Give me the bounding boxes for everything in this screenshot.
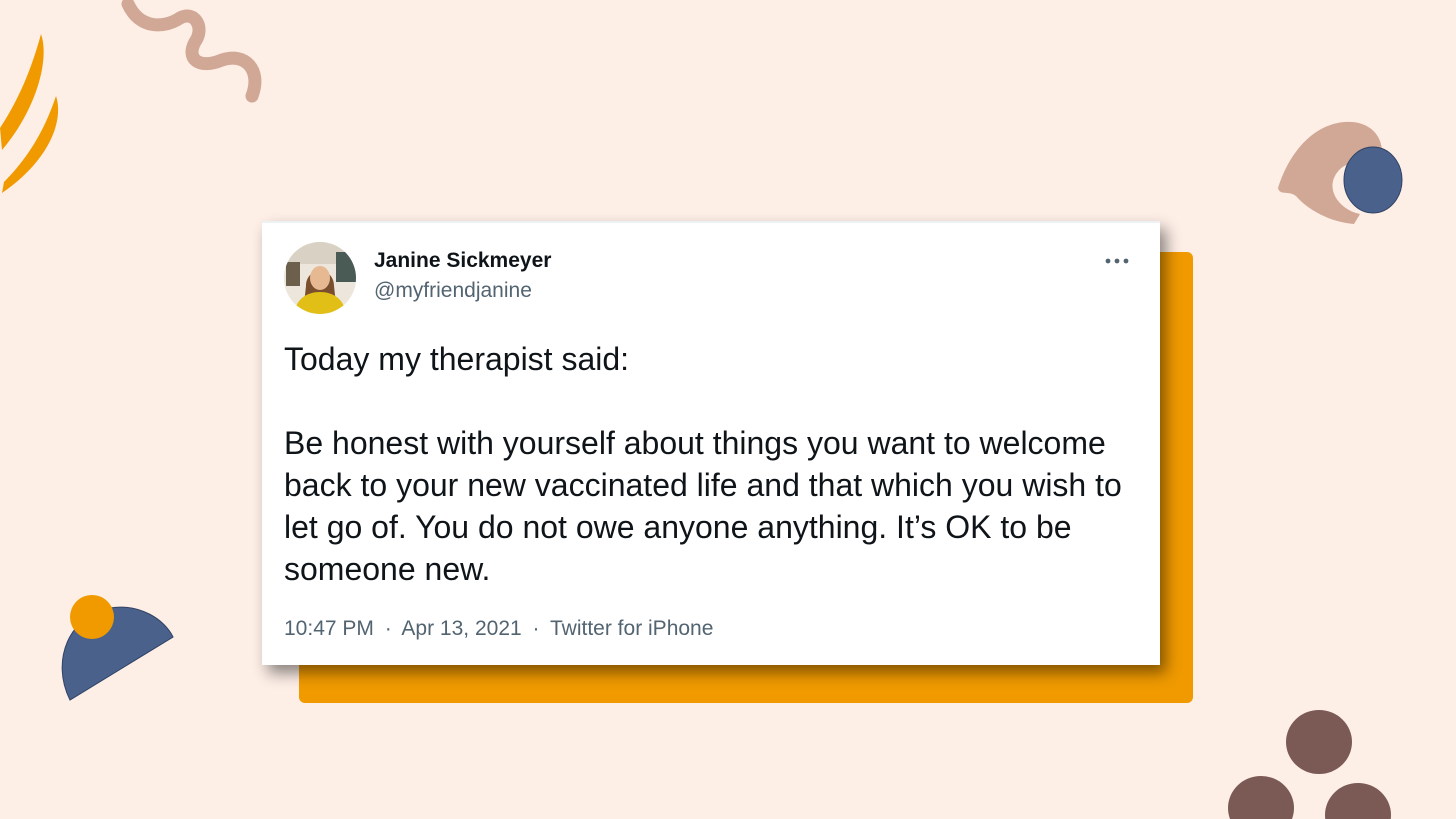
blue-blob-shape: [1343, 146, 1403, 214]
brown-circle-shape: [1286, 710, 1352, 774]
tweet-date[interactable]: Apr 13, 2021: [401, 617, 521, 640]
brown-circle-shape: [1325, 783, 1391, 819]
profile-photo-icon: [284, 242, 356, 314]
separator: ·: [532, 617, 540, 640]
brown-circle-shape: [1228, 776, 1294, 819]
tweet-text-body: Be honest with yourself about things you…: [284, 425, 1122, 587]
orange-stroke-shape: [0, 34, 44, 150]
more-options-button[interactable]: [1104, 249, 1130, 273]
author-name[interactable]: Janine Sickmeyer: [374, 249, 551, 273]
orange-stroke-shape: [2, 96, 59, 193]
tan-squiggle-shape: [121, 0, 262, 103]
tweet-source[interactable]: Twitter for iPhone: [550, 617, 713, 640]
author-handle[interactable]: @myfriendjanine: [374, 279, 532, 303]
more-horizontal-icon: [1105, 258, 1129, 264]
tweet-text-intro: Today my therapist said:: [284, 341, 630, 377]
tweet-card: Janine Sickmeyer @myfriendjanine Today m…: [262, 221, 1160, 665]
orange-dot-shape: [70, 595, 114, 639]
tweet-metadata: 10:47 PM · Apr 13, 2021 · Twitter for iP…: [284, 617, 713, 641]
tweet-time[interactable]: 10:47 PM: [284, 617, 374, 640]
tan-arch-shape: [1278, 121, 1383, 224]
avatar[interactable]: [284, 242, 356, 314]
separator: ·: [384, 617, 392, 640]
blue-half-circle-shape: [61, 606, 174, 701]
tweet-text: Today my therapist said: Be honest with …: [284, 338, 1144, 590]
